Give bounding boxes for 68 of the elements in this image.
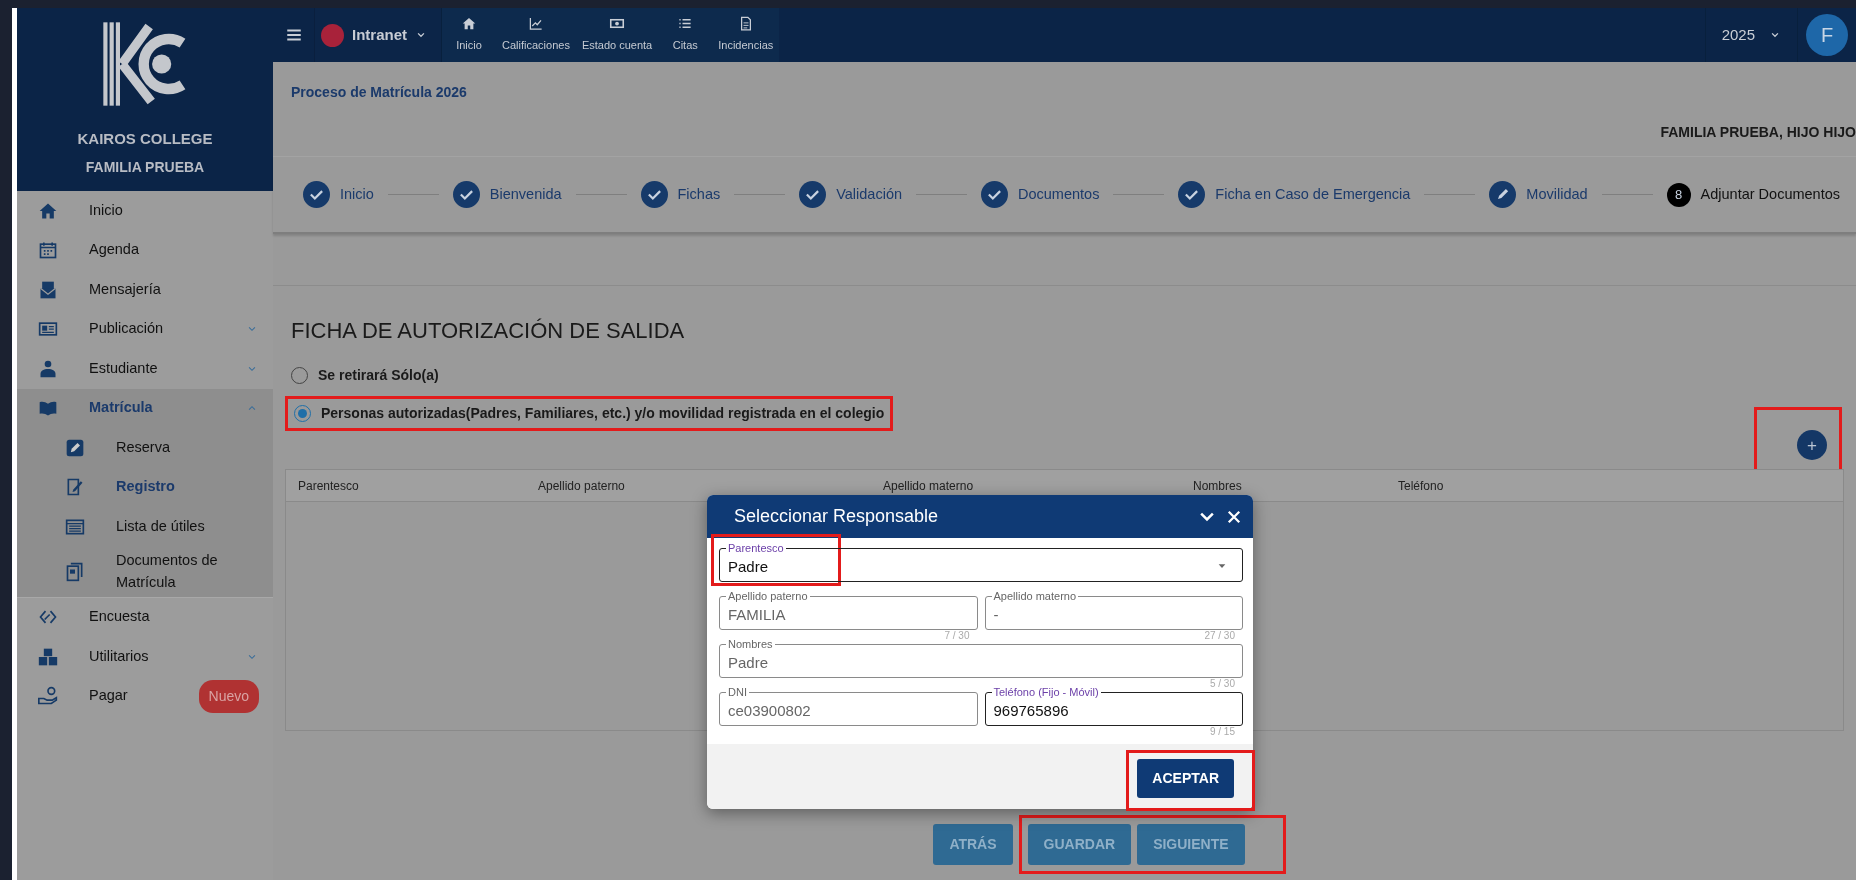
year-selector[interactable]: 2025 [1704,8,1798,62]
check-circle-icon [640,181,668,208]
step[interactable]: Movilidad [1489,181,1588,208]
new-badge: Nuevo [198,679,259,713]
sidebar-item[interactable]: Mensajería [17,270,273,310]
check-circle-icon [303,181,330,208]
submenu-item[interactable]: Reserva [17,428,273,468]
home-icon [461,16,477,32]
chevron-down-icon [415,30,427,40]
step[interactable]: 8 Adjuntar Documentos [1666,182,1840,207]
hand-payment-icon [37,686,59,707]
character-counter: 5 / 30 [1209,678,1235,689]
documents-icon [64,561,86,582]
add-button[interactable]: + [1797,430,1827,460]
character-counter: 7 / 30 [944,630,970,641]
nav-link[interactable]: Inicio [442,8,496,62]
check-circle-icon [1178,181,1206,208]
column-header: Apellido materno [883,478,974,493]
sidebar-item[interactable]: Inicio [17,191,273,231]
section-title: FICHA DE AUTORIZACIÓN DE SALIDA [291,317,686,345]
step[interactable]: Documentos [981,181,1100,208]
sidebar-item[interactable]: Utilitarios [17,637,273,677]
column-header: Apellido paterno [538,478,625,493]
chevron-down-icon [1769,30,1781,40]
sidebar-item[interactable]: Agenda [17,230,273,270]
submenu-item[interactable]: Lista de útiles [17,507,273,547]
pencil-circle-icon [1489,181,1517,208]
school-name: KAIROS COLLEGE [77,129,213,149]
radio-label: Se retirará Sólo(a) [318,366,439,385]
column-header: Nombres [1193,478,1242,493]
radio-label: Personas autorizadas(Padres, Familiares, etc.) y/o movilidad registrada en el colegio [321,404,885,423]
step[interactable]: Validación [799,181,903,208]
submenu-item[interactable]: Documentos de Matrícula [17,546,273,597]
line-chart-icon [527,16,544,32]
check-circle-icon [452,181,480,208]
column-header: Parentesco [298,478,359,493]
student-name: FAMILIA PRUEBA, HIJO HIJO [1660,124,1856,140]
accept-button[interactable]: ACEPTAR [1137,759,1234,798]
character-counter: 9 / 15 [1209,726,1235,737]
pencil-icon [64,437,86,458]
sidebar-item[interactable]: Estudiante [17,349,273,389]
nav-link[interactable]: Calificaciones [496,8,576,62]
status-dot [321,23,344,47]
calendar-icon [37,240,59,261]
sidebar-item[interactable]: Pagar Nuevo [17,676,273,716]
envelope-icon [37,279,59,300]
family-name: FAMILIA PRUEBA [85,157,205,177]
step[interactable]: Inicio [303,181,374,208]
step[interactable]: Bienvenida [452,181,562,208]
sidebar-item[interactable]: Publicación [17,309,273,349]
sidebar-item[interactable]: Matrícula [17,388,273,428]
check-circle-icon [981,181,1008,208]
page-title: Proceso de Matrícula 2026 [291,84,467,100]
sidebar-item[interactable]: Encuesta [17,597,273,637]
nav-link[interactable]: Incidencias [712,8,780,62]
nav-link[interactable]: Estado cuenta [575,8,659,62]
step[interactable]: Fichas [640,181,721,208]
step[interactable]: Ficha en Caso de Emergencia [1178,181,1411,208]
dialog-title: Seleccionar Responsable [734,505,940,528]
dropdown-caret-icon [1216,561,1228,571]
step-number: 8 [1666,182,1691,207]
column-header: Teléfono [1398,478,1444,493]
character-counter: 27 / 30 [1204,630,1235,641]
submenu-item[interactable]: Registro [17,467,273,507]
check-circle-icon [799,181,827,208]
nav-link[interactable]: Citas [658,8,713,62]
boxes-icon [37,646,59,667]
user-avatar[interactable]: F [1806,14,1848,56]
